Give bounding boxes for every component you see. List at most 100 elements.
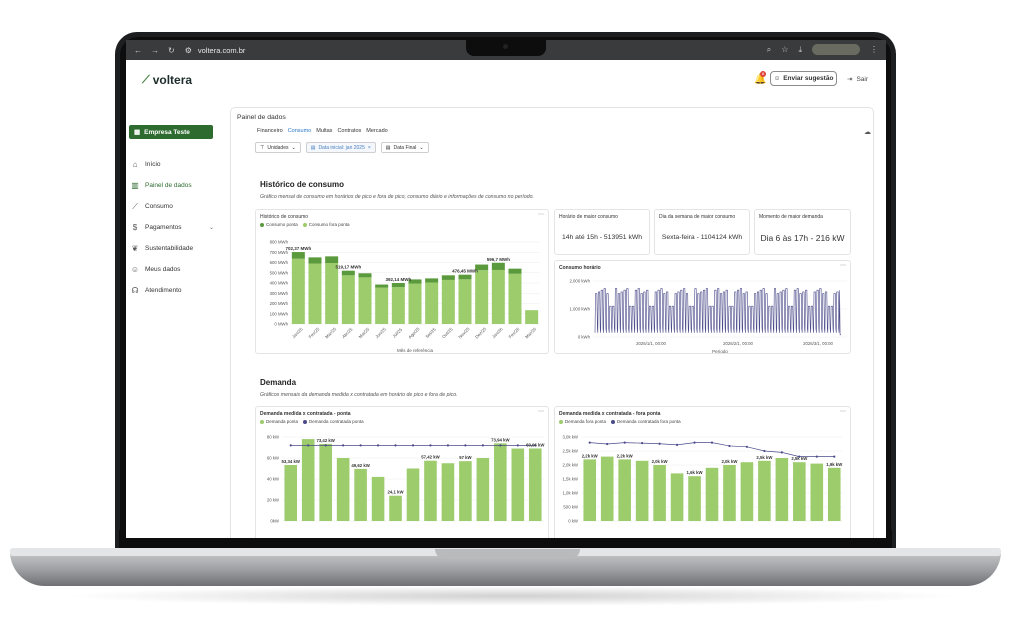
tab-contratos[interactable]: Contratos [337, 128, 361, 134]
sidebar-item-label: Atendimento [145, 287, 182, 294]
bar-fora-ponta [391, 287, 405, 324]
contracted-demand-point [745, 445, 749, 448]
company-selector[interactable]: ▦ Empresa Teste [129, 125, 213, 139]
bar-fora-ponta [475, 270, 489, 324]
reload-icon[interactable]: ↻ [168, 46, 175, 55]
tab-multas[interactable]: Multas [316, 128, 332, 134]
bar-demanda-medida [793, 462, 806, 521]
legend-item[interactable]: Demanda fora ponta [559, 419, 606, 424]
kpi-label: Momento de maior demanda [759, 214, 823, 220]
contracted-demand-point [394, 444, 397, 447]
bar-demanda-medida [600, 456, 614, 521]
units-filter[interactable]: ⊤ Unidades ⌄ [255, 142, 301, 153]
tab-consumo[interactable]: Consumo [288, 128, 312, 134]
bar-fora-ponta [508, 273, 522, 324]
back-icon[interactable]: ← [134, 46, 142, 55]
sidebar-item-label: Painel de dados [145, 182, 192, 189]
chevron-down-icon[interactable]: ⌄ [209, 224, 214, 231]
sidebar-item-painel-de-dados[interactable]: ▥ Painel de dados [130, 175, 220, 196]
contracted-demand-point [641, 442, 644, 445]
bar-demanda-medida [459, 461, 472, 521]
contracted-demand-point [411, 444, 415, 447]
user-icon: ☺ [130, 264, 140, 274]
kpi-value: 14h até 15h - 513951 kWh [561, 234, 643, 241]
zoom-icon[interactable]: ⌕ [767, 45, 771, 55]
data-label: 392,14 MWh [385, 277, 411, 282]
end-date-filter[interactable]: ▤ Data Final ⌄ [380, 142, 429, 153]
notification-bell-icon[interactable]: 🔔 8 [754, 71, 766, 85]
bar-demanda-medida [441, 463, 455, 521]
data-label: 53,34 kW [282, 459, 301, 464]
forward-icon[interactable]: → [151, 46, 159, 55]
contracted-demand-point [516, 444, 519, 447]
data-label: 702,37 MWh [285, 246, 311, 251]
legend-label: Demanda contratada ponta [309, 419, 364, 424]
data-label: 2,2k kW [617, 453, 634, 458]
sidebar-item-atendimento[interactable]: ☊ Atendimento [130, 280, 220, 301]
calendar-icon: ▤ [385, 144, 391, 151]
bar-demanda-medida [511, 448, 525, 521]
x-tick-label: Ago/25 [407, 326, 421, 340]
download-icon[interactable]: ⤓ [798, 45, 802, 55]
clear-icon[interactable]: × [368, 145, 371, 151]
bar-demanda-medida [583, 459, 597, 521]
bar-fora-ponta [408, 283, 422, 324]
data-label: 73,94 kW [491, 437, 510, 442]
contracted-demand-point [710, 441, 714, 444]
legend-item[interactable]: Demanda contratada ponta [303, 419, 364, 424]
data-label: 57,42 kW [421, 455, 440, 460]
panel-tabs: Financeiro Consumo Multas Contratos Merc… [257, 128, 388, 134]
more-options-icon[interactable]: ⋯ [840, 262, 846, 269]
logout-button[interactable]: ⇥ Sair [847, 75, 868, 84]
bar-ponta [508, 268, 522, 274]
kpi-peak-hour-card: Horário de maior consumo 14h até 15h - 5… [554, 209, 650, 255]
data-label: 1,6k kW [687, 470, 704, 475]
tab-financeiro[interactable]: Financeiro [257, 128, 283, 134]
more-options-icon[interactable]: ⋯ [538, 408, 544, 415]
hourly-consumption-card: Consumo horário ⋯ 0 kWh 1.000 kWh 2.000 kW… [554, 260, 851, 354]
contracted-demand-point [815, 455, 818, 458]
data-label: 49,62 kW [351, 463, 370, 468]
building-icon: ▦ [134, 129, 141, 136]
demand-offpeak-chart: 0 kW 500 kW 1,0k kW 1,5k kW 2,0k kW 2,5k kW 3,… [562, 435, 843, 524]
profile-avatar[interactable] [812, 44, 860, 55]
y-tick-label: 500 kW [563, 505, 579, 510]
legend-label: Demanda contratada fora ponta [617, 419, 681, 424]
legend-label: Demanda fora ponta [565, 419, 607, 424]
y-tick-label: 500 MWh [270, 270, 289, 275]
sidebar-item-sustentabilidade[interactable]: ❦ Sustentabilidade [130, 238, 220, 259]
more-options-icon[interactable]: ⋯ [538, 211, 544, 218]
legend-item[interactable]: Consumo fora ponta [302, 222, 350, 227]
sidebar-item-consumo[interactable]: ⟋ Consumo [130, 196, 220, 217]
y-tick-label: 3,0k kW [562, 435, 578, 440]
line-chart-icon: ⟋ [132, 201, 138, 211]
contracted-demand-point [623, 441, 626, 444]
hourly-consumption-chart: 0 kWh 1.000 kWh 2.000 kWh 2026/1/1, 00:00 20… [569, 279, 847, 354]
bar-demanda-medida [723, 465, 736, 521]
address-bar[interactable]: ⚙ voltera.com.br [185, 46, 246, 55]
monthly-consumption-chart: 0 MWh 100 MWh 200 MWh 300 MWh 400 MWh 500 MWh… [270, 240, 540, 353]
bookmark-star-icon[interactable]: ☆ [781, 45, 788, 54]
units-filter-label: Unidades [267, 144, 289, 151]
y-tick-label: 80 kW [267, 435, 280, 440]
y-tick-label: 100 MWh [270, 311, 289, 316]
site-settings-icon[interactable]: ⚙ [185, 46, 192, 55]
legend-item[interactable]: Consumo ponta [260, 222, 298, 227]
browser-menu-icon[interactable]: ⋮ [870, 45, 878, 54]
legend-item[interactable]: Demanda contratada fora ponta [611, 419, 681, 424]
voltera-logo[interactable]: ⟋ voltera [142, 73, 192, 87]
more-options-icon[interactable]: ⋯ [840, 408, 846, 415]
x-tick-label: Abr/25 [341, 326, 354, 339]
legend-item[interactable]: Demanda ponta [260, 419, 298, 424]
send-suggestion-button[interactable]: ☺ Enviar sugestão [770, 71, 837, 86]
tab-mercado[interactable]: Mercado [366, 128, 387, 134]
legend-label: Demanda ponta [266, 419, 299, 424]
sidebar-item-meus-dados[interactable]: ☺ Meus dados [130, 259, 220, 280]
demand-title: Demanda [260, 378, 297, 387]
cloud-download-icon[interactable]: ☁ [864, 128, 871, 136]
camera-icon [503, 44, 508, 49]
start-date-filter[interactable]: ▤ Data inicial: jan 2025 × [305, 142, 376, 153]
sidebar-item-pagamentos[interactable]: $ Pagamentos ⌄ [130, 217, 220, 238]
sidebar-item-inicio[interactable]: ⌂ Início [130, 154, 220, 175]
data-label: 2,5k kW [756, 455, 773, 460]
